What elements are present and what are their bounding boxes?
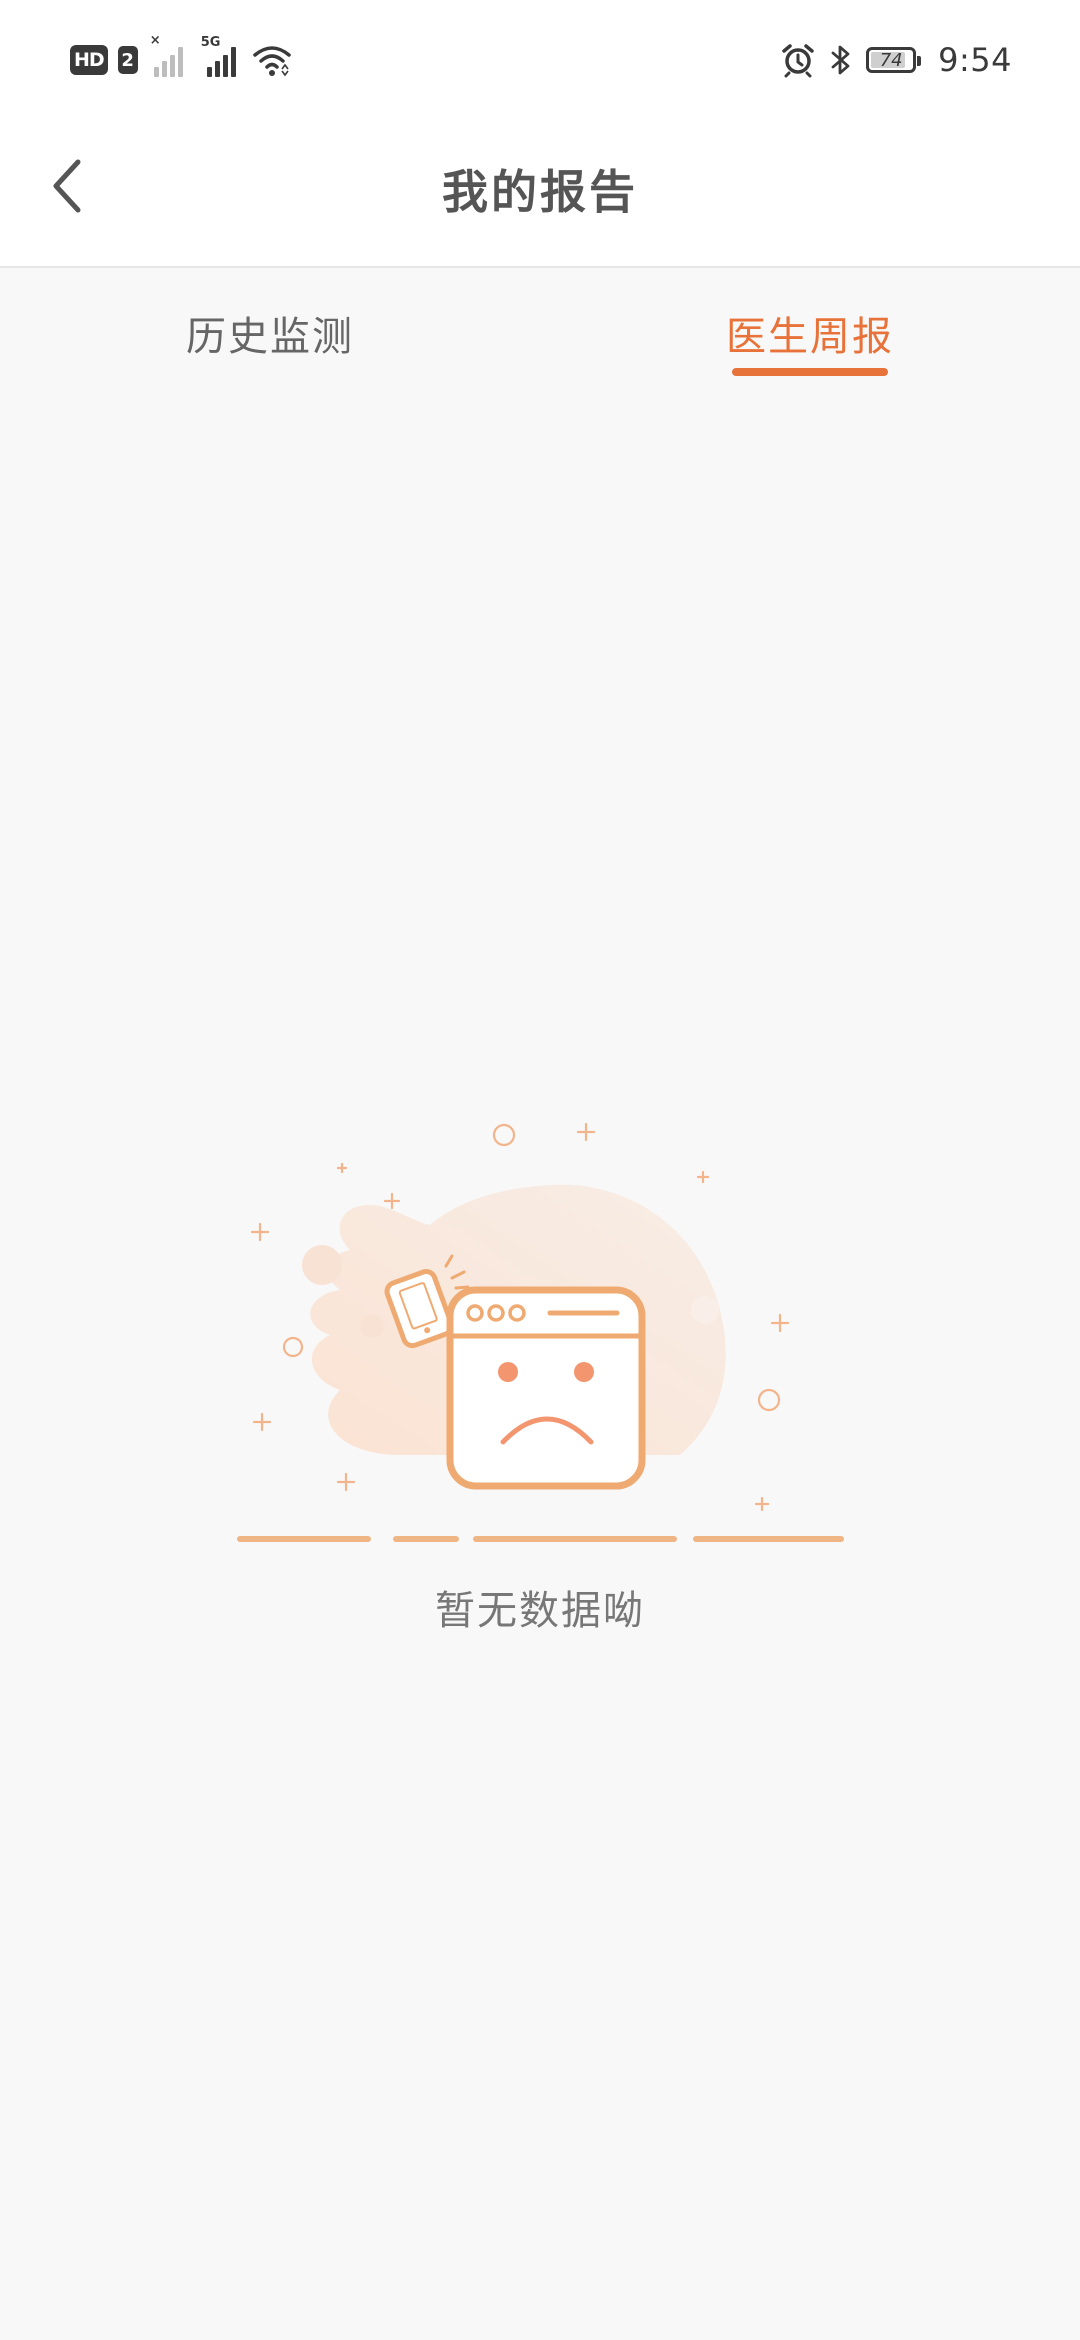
network-type-label: 5G [200,35,221,50]
sparkle [252,1412,272,1432]
sim-badge: 2 [117,46,138,74]
ring [492,1123,516,1147]
sparkle [696,1170,710,1184]
active-tab-indicator [732,368,888,376]
background-dot [302,1245,342,1285]
right-eye [574,1362,594,1382]
hd-badge: HD [70,45,108,75]
sparkle [576,1122,596,1142]
tab-label: 历史监测 [186,314,354,360]
empty-state-message: 暂无数据呦 [435,1588,645,1634]
sparkle [250,1222,270,1242]
left-eye [498,1362,518,1382]
sparkle [336,1472,356,1492]
status-right: 74 9:54 [780,36,1012,84]
background-dot [691,1296,719,1324]
status-left: HD 2 × 5G [70,33,292,80]
signal-sim1-icon: × [150,33,183,77]
battery-icon: 74 [866,47,922,73]
sparkle [383,1192,401,1210]
clock: 9:54 [938,41,1012,79]
tab-history-monitoring[interactable]: 历史监测 [0,268,540,388]
page-title: 我的报告 [442,165,638,219]
app-header: 我的报告 [0,120,1080,268]
sparkle [336,1162,348,1174]
ring [282,1336,304,1358]
wifi-icon [252,43,292,77]
ring [757,1388,781,1412]
sparkle [754,1496,770,1512]
alarm-icon [780,42,816,78]
tab-doctor-weekly[interactable]: 医生周报 [540,268,1080,388]
status-bar: HD 2 × 5G 74 9:54 [0,0,1080,120]
background-dot [360,1314,384,1338]
signal-5g-icon: 5G [201,35,236,77]
tab-bar: 历史监测 医生周报 [0,268,1080,388]
sparkle [770,1313,790,1333]
sad-window-icon [237,1122,844,1542]
battery-level: 74 [879,49,903,71]
bluetooth-icon [830,43,852,77]
